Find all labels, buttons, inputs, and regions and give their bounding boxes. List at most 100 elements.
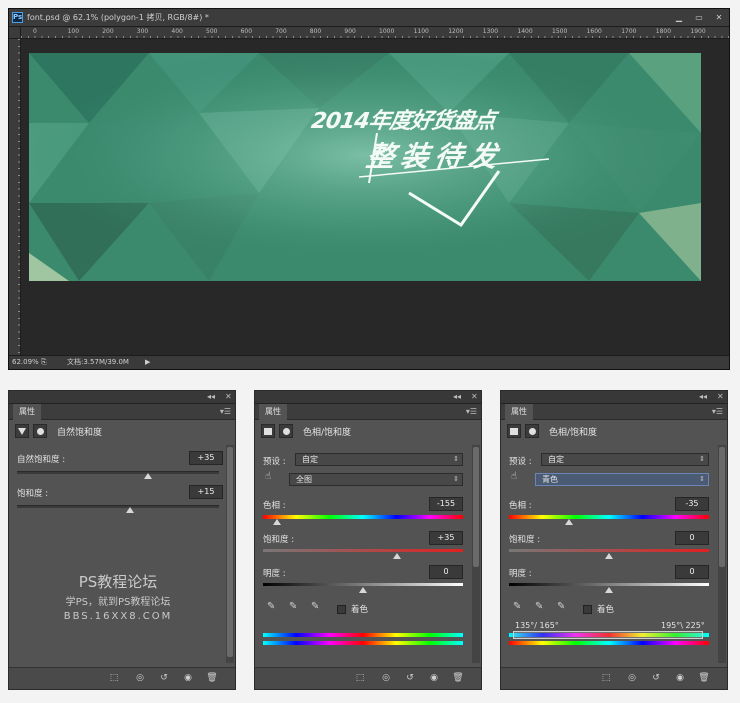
delete-icon[interactable]: 🗑 — [697, 672, 711, 684]
visibility-eye-icon[interactable]: ◉ — [181, 672, 195, 684]
ruler-tick-label: 1900 — [690, 28, 706, 35]
lightness-slider-track[interactable] — [509, 583, 709, 586]
mask-icon[interactable] — [525, 424, 539, 438]
scrollbar-thumb[interactable] — [227, 447, 233, 657]
view-previous-icon[interactable]: ◎ — [625, 672, 639, 684]
channel-value: 全图 — [296, 475, 312, 484]
saturation-slider-track[interactable] — [263, 549, 463, 552]
delete-icon[interactable]: 🗑 — [451, 672, 465, 684]
tab-properties[interactable]: 属性 — [13, 404, 41, 420]
collapse-icon[interactable]: ◂◂ — [699, 392, 707, 401]
hue-slider-thumb[interactable] — [273, 519, 281, 525]
panel-close-icon[interactable]: ✕ — [471, 392, 478, 401]
vibrance-label: 自然饱和度 : — [17, 455, 66, 465]
view-previous-icon[interactable]: ◎ — [379, 672, 393, 684]
targeted-adjustment-hand-icon[interactable]: ☝ — [511, 471, 517, 482]
panel-scrollbar[interactable] — [226, 445, 234, 663]
ruler-tick-label: 1800 — [655, 28, 672, 35]
visibility-eye-icon[interactable]: ◉ — [427, 672, 441, 684]
artwork-decoration — [358, 132, 550, 228]
ruler-tick-label: 300 — [136, 28, 149, 35]
properties-panel-hue-saturation-cyans: ◂◂ ✕ 属性 ▾☰ 色相/饱和度 预设 : 自定 ⇕ ☝ 青色 ⇕ 色相 : -3… — [500, 390, 728, 690]
reset-icon[interactable]: ↺ — [157, 672, 171, 684]
lightness-slider-track[interactable] — [263, 583, 463, 586]
saturation-slider-thumb[interactable] — [393, 553, 401, 559]
lightness-slider-thumb[interactable] — [605, 587, 613, 593]
hue-input[interactable]: -35 — [675, 497, 709, 511]
reset-icon[interactable]: ↺ — [403, 672, 417, 684]
collapse-icon[interactable]: ◂◂ — [207, 392, 215, 401]
lightness-input[interactable]: 0 — [675, 565, 709, 579]
channel-dropdown[interactable]: 全图 ⇕ — [289, 473, 463, 486]
tab-properties[interactable]: 属性 — [505, 404, 533, 420]
clip-to-layer-icon[interactable]: ⬚ — [599, 672, 613, 684]
delete-icon[interactable]: 🗑 — [205, 672, 219, 684]
eyedropper-subtract-icon[interactable]: ✎ — [557, 601, 565, 612]
panel-scrollbar[interactable] — [472, 445, 480, 663]
eyedropper-add-icon[interactable]: ✎ — [289, 601, 297, 612]
reset-icon[interactable]: ↺ — [649, 672, 663, 684]
panel-menu-icon[interactable]: ▾☰ — [712, 407, 723, 416]
preset-dropdown[interactable]: 自定 ⇕ — [295, 453, 463, 466]
color-range-selector[interactable] — [513, 631, 703, 639]
status-menu-arrow-icon[interactable]: ▶ — [145, 356, 150, 369]
vibrance-slider-track[interactable] — [17, 471, 219, 474]
panel-close-icon[interactable]: ✕ — [717, 392, 724, 401]
colorize-checkbox[interactable] — [583, 605, 592, 614]
saturation-input[interactable]: +35 — [429, 531, 463, 545]
lightness-input[interactable]: 0 — [429, 565, 463, 579]
hue-input[interactable]: -155 — [429, 497, 463, 511]
close-button[interactable]: ✕ — [709, 11, 729, 24]
saturation-slider-track[interactable] — [509, 549, 709, 552]
clip-to-layer-icon[interactable]: ⬚ — [353, 672, 367, 684]
eyedropper-subtract-icon[interactable]: ✎ — [311, 601, 319, 612]
saturation-slider-track[interactable] — [17, 505, 219, 508]
export-icon[interactable]: ⎘ — [41, 356, 47, 369]
eyedropper-icon[interactable]: ✎ — [513, 601, 521, 612]
targeted-adjustment-hand-icon[interactable]: ☝ — [265, 471, 271, 482]
lightness-slider-thumb[interactable] — [359, 587, 367, 593]
vibrance-input[interactable]: +35 — [189, 451, 223, 465]
mask-icon[interactable] — [33, 424, 47, 438]
minimize-button[interactable]: ▁ — [669, 11, 689, 24]
dropdown-arrow-icon: ⇕ — [699, 475, 705, 483]
hue-slider-track[interactable] — [263, 515, 463, 519]
panel-menu-icon[interactable]: ▾☰ — [466, 407, 477, 416]
hue-slider-track[interactable] — [509, 515, 709, 519]
colorize-checkbox[interactable] — [337, 605, 346, 614]
document-title[interactable]: font.psd @ 62.1% (polygon-1 拷贝, RGB/8#) … — [27, 12, 209, 23]
watermark-title: PS教程论坛 — [78, 573, 158, 591]
saturation-input[interactable]: +15 — [189, 485, 223, 499]
panel-scrollbar[interactable] — [718, 445, 726, 663]
banner-image[interactable]: 2014年度好货盘点 整装待发 — [29, 53, 701, 281]
eyedropper-add-icon[interactable]: ✎ — [535, 601, 543, 612]
preset-label: 预设 : — [509, 457, 532, 467]
clip-to-layer-icon[interactable]: ⬚ — [107, 672, 121, 684]
mask-icon[interactable] — [279, 424, 293, 438]
tab-properties[interactable]: 属性 — [259, 404, 287, 420]
ruler-tick-label: 800 — [309, 28, 322, 35]
panel-tab-row: 属性 ▾☰ — [501, 404, 727, 420]
result-color-bar — [509, 641, 709, 645]
scrollbar-thumb[interactable] — [719, 447, 725, 567]
eyedropper-icon[interactable]: ✎ — [267, 601, 275, 612]
file-size-info[interactable]: 文档:3.57M/39.0M — [67, 356, 129, 369]
visibility-eye-icon[interactable]: ◉ — [673, 672, 687, 684]
ruler-origin[interactable] — [9, 27, 21, 39]
view-previous-icon[interactable]: ◎ — [133, 672, 147, 684]
saturation-slider-thumb[interactable] — [605, 553, 613, 559]
panel-close-icon[interactable]: ✕ — [225, 392, 232, 401]
ruler-tick-label: 1400 — [517, 28, 533, 35]
vibrance-slider-thumb[interactable] — [144, 473, 153, 479]
hue-slider-thumb[interactable] — [565, 519, 573, 525]
vertical-ruler[interactable] — [9, 39, 21, 355]
zoom-level[interactable]: 62.09% — [12, 356, 39, 369]
collapse-icon[interactable]: ◂◂ — [453, 392, 461, 401]
scrollbar-thumb[interactable] — [473, 447, 479, 567]
preset-dropdown[interactable]: 自定 ⇕ — [541, 453, 709, 466]
saturation-slider-thumb[interactable] — [126, 507, 135, 513]
maximize-button[interactable]: ▭ — [689, 11, 709, 24]
panel-menu-icon[interactable]: ▾☰ — [220, 407, 231, 416]
channel-dropdown[interactable]: 青色 ⇕ — [535, 473, 709, 486]
saturation-input[interactable]: 0 — [675, 531, 709, 545]
